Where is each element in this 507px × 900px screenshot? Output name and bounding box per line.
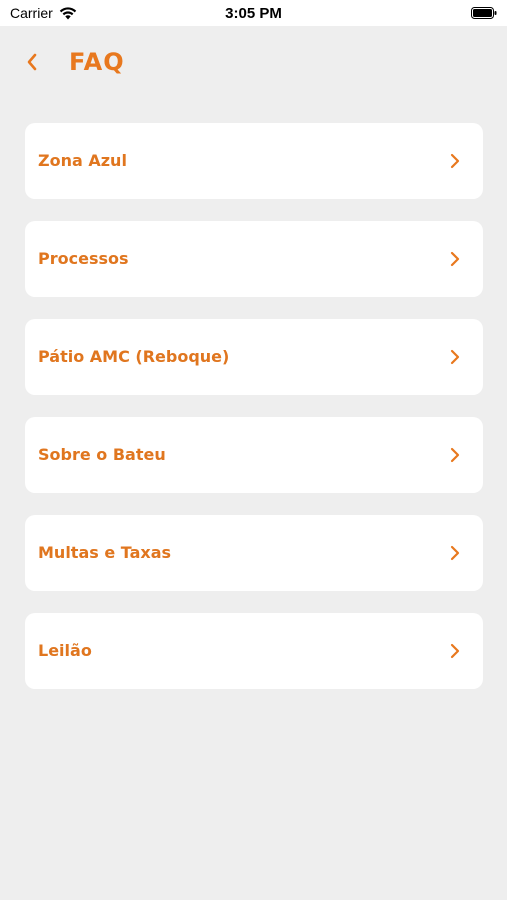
chevron-right-icon <box>450 251 460 267</box>
header: FAQ <box>0 26 507 106</box>
faq-item-label: Pátio AMC (Reboque) <box>38 347 230 366</box>
page-title: FAQ <box>69 48 125 76</box>
faq-item-label: Leilão <box>38 641 92 660</box>
back-button[interactable] <box>18 48 46 76</box>
faq-item-multas-e-taxas[interactable]: Multas e Taxas <box>25 515 483 591</box>
chevron-right-icon <box>450 153 460 169</box>
chevron-right-icon <box>450 643 460 659</box>
battery-icon <box>471 7 497 19</box>
faq-item-label: Zona Azul <box>38 151 127 170</box>
chevron-right-icon <box>450 545 460 561</box>
status-time: 3:05 PM <box>225 5 282 22</box>
faq-item-sobre-o-bateu[interactable]: Sobre o Bateu <box>25 417 483 493</box>
faq-item-label: Sobre o Bateu <box>38 445 166 464</box>
faq-item-label: Processos <box>38 249 129 268</box>
chevron-right-icon <box>450 447 460 463</box>
chevron-left-icon <box>27 53 37 71</box>
faq-list: Zona Azul Processos Pátio AMC (Reboque) … <box>25 123 483 711</box>
status-bar: Carrier 3:05 PM <box>0 0 507 26</box>
chevron-right-icon <box>450 349 460 365</box>
faq-item-label: Multas e Taxas <box>38 543 172 562</box>
faq-item-processos[interactable]: Processos <box>25 221 483 297</box>
faq-item-patio-amc[interactable]: Pátio AMC (Reboque) <box>25 319 483 395</box>
faq-item-leilao[interactable]: Leilão <box>25 613 483 689</box>
faq-item-zona-azul[interactable]: Zona Azul <box>25 123 483 199</box>
